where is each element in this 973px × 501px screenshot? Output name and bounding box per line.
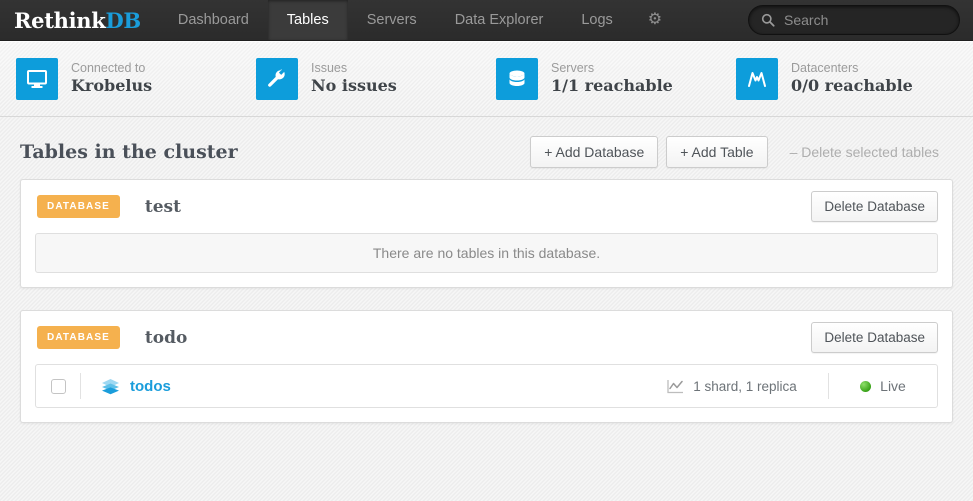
page-title: Tables in the cluster bbox=[20, 141, 238, 163]
search-input[interactable] bbox=[784, 12, 965, 28]
nav-links: Dashboard Tables Servers Data Explorer L… bbox=[159, 0, 678, 40]
nav-item-tables[interactable]: Tables bbox=[267, 0, 348, 40]
status-badge: Live bbox=[880, 378, 906, 394]
table-shards-text: 1 shard, 1 replica bbox=[693, 378, 797, 394]
status-value: Krobelus bbox=[71, 76, 153, 96]
database-badge: DATABASE bbox=[37, 195, 120, 218]
add-table-button[interactable]: + Add Table bbox=[666, 136, 768, 168]
search-icon bbox=[761, 13, 775, 27]
logo-text-accent: DB bbox=[105, 7, 141, 33]
delete-database-button[interactable]: Delete Database bbox=[811, 322, 938, 353]
chart-line-icon bbox=[667, 379, 684, 393]
database-badge: DATABASE bbox=[37, 326, 120, 349]
top-navbar: Rethink DB Dashboard Tables Servers Data … bbox=[0, 0, 973, 41]
database-card: DATABASE todo Delete Database todos 1 sh… bbox=[20, 310, 953, 423]
status-value: No issues bbox=[311, 76, 397, 96]
table-name-link[interactable]: todos bbox=[130, 378, 171, 395]
status-item-servers: Servers 1/1 reachable bbox=[496, 57, 736, 100]
status-item-datacenters: Datacenters 0/0 reachable bbox=[736, 57, 973, 100]
database-icon bbox=[496, 57, 538, 100]
gear-icon: ⚙ bbox=[647, 11, 663, 28]
database-card: DATABASE test Delete Database There are … bbox=[20, 179, 953, 288]
status-label: Connected to bbox=[71, 61, 146, 76]
status-dot-icon bbox=[860, 380, 872, 392]
database-name: todo bbox=[144, 327, 188, 348]
table-layers-icon bbox=[102, 378, 119, 394]
delete-database-button[interactable]: Delete Database bbox=[811, 191, 938, 222]
cluster-status-bar: Connected to Krobelus Issues No issues S… bbox=[0, 41, 973, 117]
table-name-cell: todos bbox=[81, 378, 636, 395]
status-label: Servers bbox=[551, 61, 595, 76]
add-database-button[interactable]: + Add Database bbox=[530, 136, 659, 168]
table-select-cell bbox=[36, 378, 80, 394]
wrench-icon bbox=[256, 57, 298, 100]
database-name: test bbox=[144, 196, 181, 217]
database-header: DATABASE test Delete Database bbox=[21, 180, 952, 233]
nav-item-data-explorer[interactable]: Data Explorer bbox=[436, 0, 563, 40]
app-logo[interactable]: Rethink DB bbox=[0, 0, 159, 40]
nav-item-logs[interactable]: Logs bbox=[562, 0, 631, 40]
section-header: Tables in the cluster + Add Database + A… bbox=[20, 117, 953, 179]
status-value: 0/0 reachable bbox=[791, 76, 913, 96]
table-select-checkbox[interactable] bbox=[50, 378, 66, 394]
status-label: Issues bbox=[311, 61, 348, 76]
settings-button[interactable]: ⚙ bbox=[632, 0, 678, 40]
main-content: Tables in the cluster + Add Database + A… bbox=[0, 117, 973, 501]
delete-selected-tables-button: – Delete selected tables bbox=[776, 136, 953, 168]
status-label: Datacenters bbox=[791, 61, 859, 76]
table-status-cell: Live bbox=[829, 378, 937, 394]
action-buttons: + Add Database + Add Table – Delete sele… bbox=[530, 136, 953, 168]
status-item-issues: Issues No issues bbox=[256, 57, 496, 100]
database-header: DATABASE todo Delete Database bbox=[21, 311, 952, 364]
monitor-icon bbox=[16, 57, 58, 100]
search-box[interactable] bbox=[748, 5, 965, 35]
status-item-connected-to: Connected to Krobelus bbox=[16, 57, 256, 100]
table-list: todos 1 shard, 1 replica Live bbox=[35, 364, 938, 408]
status-value: 1/1 reachable bbox=[551, 76, 673, 96]
datacenter-icon bbox=[736, 57, 778, 100]
nav-item-dashboard[interactable]: Dashboard bbox=[159, 0, 268, 40]
logo-text-main: Rethink bbox=[14, 7, 106, 33]
table-shards-cell: 1 shard, 1 replica bbox=[636, 379, 828, 394]
empty-tables-message: There are no tables in this database. bbox=[35, 233, 938, 273]
table-row: todos 1 shard, 1 replica Live bbox=[35, 364, 938, 408]
nav-item-servers[interactable]: Servers bbox=[348, 0, 436, 40]
